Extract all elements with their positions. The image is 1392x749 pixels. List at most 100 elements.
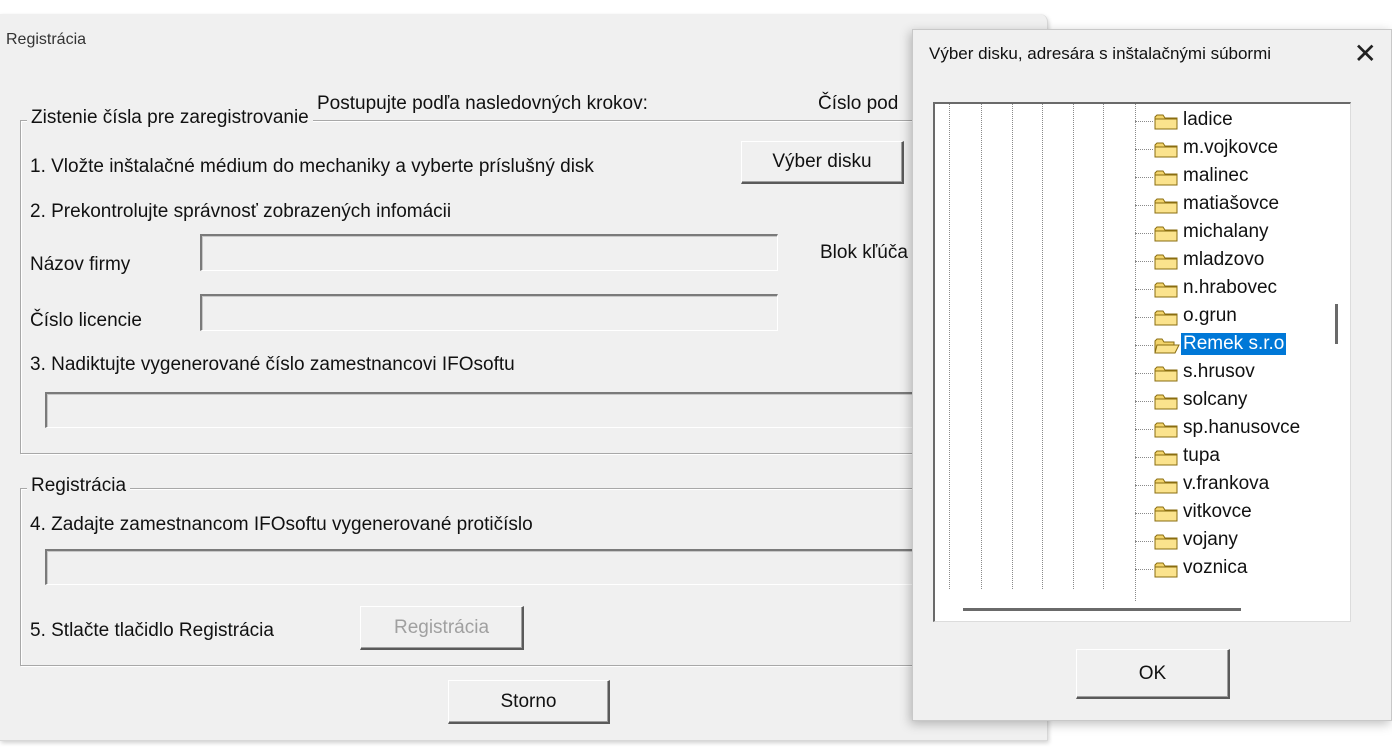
- tree-item-label: michalany: [1183, 221, 1269, 242]
- cislo-licencie-label: Číslo licencie: [30, 310, 142, 331]
- tree-item-label: solcany: [1183, 389, 1248, 410]
- folder-icon: [1154, 142, 1178, 158]
- tree-item-label: m.vojkovce: [1183, 137, 1279, 158]
- folder-icon: [1154, 534, 1178, 550]
- blok-kluca-label: Blok kľúča: [820, 242, 908, 263]
- tree-connector: [1135, 513, 1153, 514]
- instructions-text: Postupujte podľa nasledovných krokov:: [317, 93, 648, 114]
- tree-item[interactable]: ladice: [1135, 108, 1345, 136]
- tree-connector: [1135, 541, 1153, 542]
- tree-item[interactable]: m.vojkovce: [1135, 136, 1345, 164]
- tree-item[interactable]: v.frankova: [1135, 472, 1345, 500]
- tree-item[interactable]: tupa: [1135, 444, 1345, 472]
- groupbox-registracia-legend: Registrácia: [27, 475, 131, 497]
- tree-item-label: s.hrusov: [1183, 361, 1255, 382]
- tree-item[interactable]: n.hrabovec: [1135, 276, 1345, 304]
- folder-icon: [1154, 450, 1178, 466]
- tree-item[interactable]: malinec: [1135, 164, 1345, 192]
- folder-icon: [1154, 366, 1178, 382]
- folder-icon: [1154, 114, 1178, 130]
- folder-tree[interactable]: ladice m.vojkovce malinec matiašovce michala…: [933, 102, 1351, 622]
- folder-icon: [1154, 562, 1178, 578]
- step1-label: 1. Vložte inštalačné médium do mechaniky…: [30, 156, 594, 177]
- tree-connector: [1135, 205, 1153, 206]
- dialog-title: Výber disku, adresára s inštalačnými súb…: [929, 44, 1272, 63]
- step5-label: 5. Stlačte tlačidlo Registrácia: [30, 620, 274, 641]
- tree-item[interactable]: sp.hanusovce: [1135, 416, 1345, 444]
- tree-connector: [1135, 317, 1153, 318]
- tree-item-label: vitkovce: [1183, 501, 1252, 522]
- tree-item[interactable]: vojany: [1135, 528, 1345, 556]
- proticislo-field[interactable]: [45, 549, 915, 585]
- tree-connector: [1135, 345, 1153, 346]
- nazov-firmy-field[interactable]: [200, 234, 778, 271]
- open-folder-icon: [1154, 338, 1180, 354]
- tree-item[interactable]: s.hrusov: [1135, 360, 1345, 388]
- tree-guide-line: [1103, 104, 1104, 589]
- tree-connector: [1135, 373, 1153, 374]
- folder-picker-dialog: Výber disku, adresára s inštalačnými súb…: [912, 29, 1392, 721]
- tree-item-label: voznica: [1183, 557, 1248, 578]
- folder-icon: [1154, 478, 1178, 494]
- tree-item[interactable]: o.grun: [1135, 304, 1345, 332]
- cislo-label: Číslo pod: [818, 93, 899, 114]
- nazov-firmy-label: Názov firmy: [30, 254, 131, 275]
- tree-item-label: n.hrabovec: [1183, 277, 1278, 298]
- tree-item[interactable]: vitkovce: [1135, 500, 1345, 528]
- folder-icon: [1154, 394, 1178, 410]
- tree-connector: [1135, 457, 1153, 458]
- tree-guide-line: [949, 104, 950, 589]
- ok-button[interactable]: OK: [1076, 649, 1230, 699]
- tree-item[interactable]: michalany: [1135, 220, 1345, 248]
- tree-item[interactable]: matiašovce: [1135, 192, 1345, 220]
- cislo-licencie-field[interactable]: [200, 294, 778, 331]
- close-icon[interactable]: ✕: [1354, 40, 1377, 68]
- step3-label: 3. Nadiktujte vygenerované číslo zamestn…: [30, 354, 515, 375]
- generated-number-field[interactable]: [45, 392, 915, 428]
- tree-connector: [1135, 401, 1153, 402]
- tree-item-label: o.grun: [1183, 305, 1237, 326]
- tree-connector: [1135, 289, 1153, 290]
- tree-item[interactable]: mladzovo: [1135, 248, 1345, 276]
- step4-label: 4. Zadajte zamestnancom IFOsoftu vygener…: [30, 514, 533, 535]
- tree-connector: [1135, 121, 1153, 122]
- folder-icon: [1154, 282, 1178, 298]
- tree-item-label: tupa: [1183, 445, 1220, 466]
- tree-connector: [1135, 485, 1153, 486]
- groupbox-zistenie-legend: Zistenie čísla pre zaregistrovanie: [27, 107, 313, 129]
- registration-window: Registrácia Postupujte podľa nasledovnýc…: [0, 14, 1048, 741]
- tree-guide-line: [1012, 104, 1013, 589]
- tree-connector: [1135, 429, 1153, 430]
- tree-connector: [1135, 569, 1153, 570]
- tree-connector: [1135, 177, 1153, 178]
- folder-icon: [1154, 198, 1178, 214]
- tree-guide-line: [1073, 104, 1074, 589]
- tree-item-label: malinec: [1183, 165, 1249, 186]
- tree-connector: [1135, 261, 1153, 262]
- tree-connector: [1135, 233, 1153, 234]
- tree-item[interactable]: Remek s.r.o: [1135, 332, 1345, 360]
- folder-icon: [1154, 506, 1178, 522]
- storno-button[interactable]: Storno: [448, 680, 610, 724]
- tree-item-label: v.frankova: [1183, 473, 1270, 494]
- tree-item-label: ladice: [1183, 109, 1233, 130]
- tree-item[interactable]: solcany: [1135, 388, 1345, 416]
- tree-item-label: vojany: [1183, 529, 1238, 550]
- tree-guide-line: [981, 104, 982, 589]
- tree-item-label: matiašovce: [1183, 193, 1280, 214]
- tree-item-label: sp.hanusovce: [1183, 417, 1301, 438]
- folder-icon: [1154, 310, 1178, 326]
- step2-label: 2. Prekontrolujte správnosť zobrazených …: [30, 201, 452, 222]
- registracia-button[interactable]: Registrácia: [360, 606, 524, 650]
- folder-icon: [1154, 170, 1178, 186]
- horizontal-scrollbar-thumb[interactable]: [963, 608, 1241, 611]
- tree-item[interactable]: voznica: [1135, 556, 1345, 584]
- tree-connector: [1135, 149, 1153, 150]
- vertical-scrollbar-thumb[interactable]: [1335, 304, 1338, 344]
- window-title: Registrácia: [6, 31, 87, 48]
- vyber-disku-button[interactable]: Výber disku: [741, 141, 904, 184]
- folder-icon: [1154, 422, 1178, 438]
- tree-item-label: Remek s.r.o: [1181, 333, 1287, 355]
- folder-icon: [1154, 254, 1178, 270]
- tree-item-label: mladzovo: [1183, 249, 1265, 270]
